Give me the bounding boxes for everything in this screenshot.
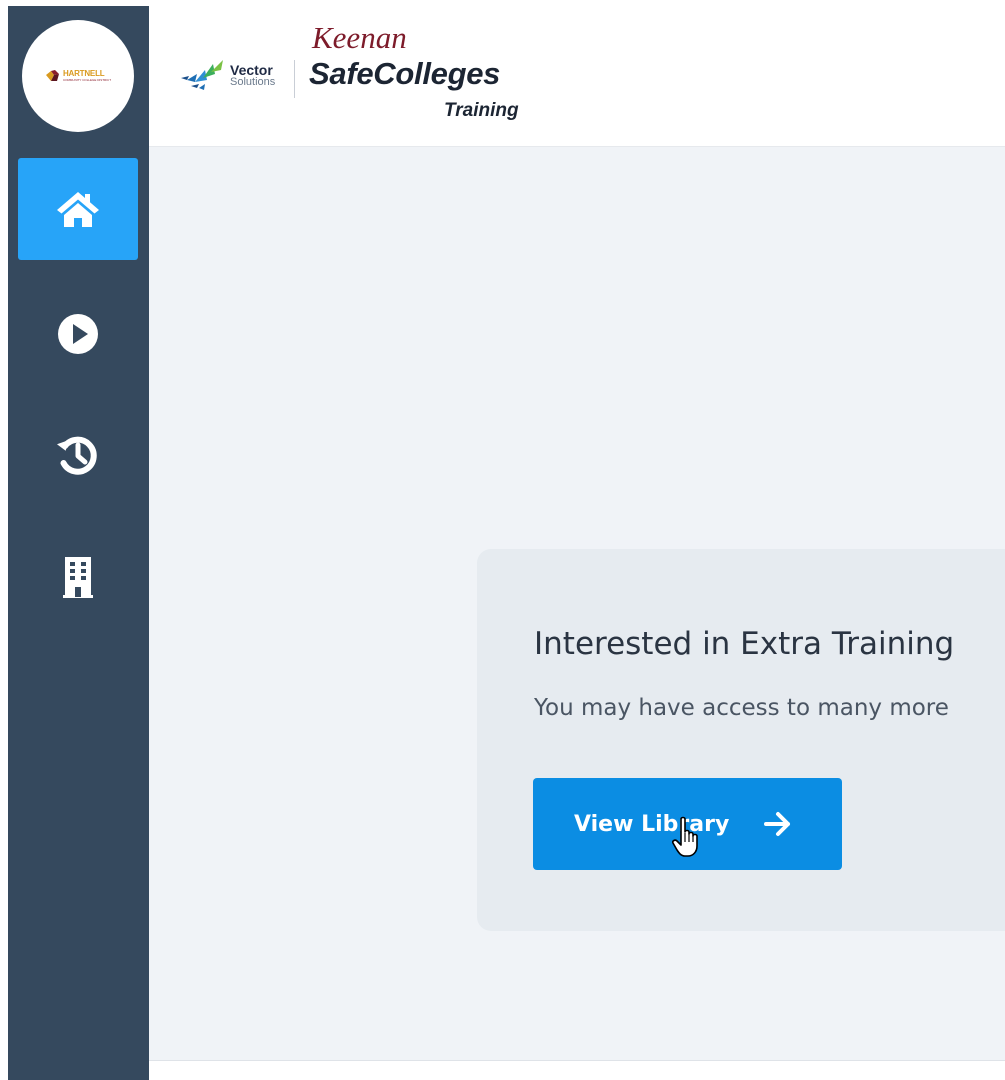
- play-circle-icon: [58, 314, 98, 354]
- sidebar: HARTNELL COMMUNITY COLLEGE DISTRICT: [8, 6, 149, 1080]
- app-header: Vector Solutions Keenan SafeColleges Tra…: [149, 0, 1005, 147]
- org-logo-mark-icon: [45, 70, 59, 81]
- org-logo-name: HARTNELL: [62, 69, 105, 78]
- org-logo[interactable]: HARTNELL COMMUNITY COLLEGE DISTRICT: [22, 20, 134, 132]
- main-content: Interested in Extra Training You may hav…: [149, 147, 1005, 1060]
- vector-solutions-logo[interactable]: Vector Solutions: [177, 58, 275, 92]
- sidebar-item-organization[interactable]: [18, 526, 138, 628]
- training-wordmark: Training: [444, 100, 519, 121]
- org-logo-content: HARTNELL COMMUNITY COLLEGE DISTRICT: [45, 69, 111, 83]
- app-root: HARTNELL COMMUNITY COLLEGE DISTRICT Vect…: [0, 0, 1005, 1080]
- keenan-wordmark: Keenan: [312, 20, 407, 55]
- history-icon: [56, 436, 97, 475]
- org-logo-subtitle: COMMUNITY COLLEGE DISTRICT: [62, 78, 112, 82]
- safecolleges-wordmark[interactable]: SafeColleges: [309, 58, 500, 89]
- org-logo-text: HARTNELL COMMUNITY COLLEGE DISTRICT: [63, 70, 111, 82]
- vector-solutions-wordmark: Vector Solutions: [230, 63, 275, 88]
- card-title: Interested in Extra Training: [534, 626, 955, 662]
- logo-divider: [294, 60, 295, 98]
- extra-training-card: Interested in Extra Training You may hav…: [477, 549, 1005, 931]
- view-library-label: View Library: [574, 811, 730, 837]
- card-text: You may have access to many more: [534, 695, 949, 721]
- vector-solutions-mark-icon: [181, 60, 223, 90]
- footer-strip: [149, 1060, 1005, 1080]
- vector-word: Vector: [230, 61, 273, 78]
- sidebar-item-history[interactable]: [18, 404, 138, 506]
- sidebar-item-play[interactable]: [18, 283, 138, 385]
- solutions-word: Solutions: [230, 75, 276, 88]
- sidebar-item-home[interactable]: [18, 158, 138, 260]
- arrow-right-icon: [764, 812, 791, 836]
- view-library-button[interactable]: View Library: [533, 778, 842, 870]
- home-icon: [57, 192, 99, 227]
- building-icon: [63, 557, 93, 598]
